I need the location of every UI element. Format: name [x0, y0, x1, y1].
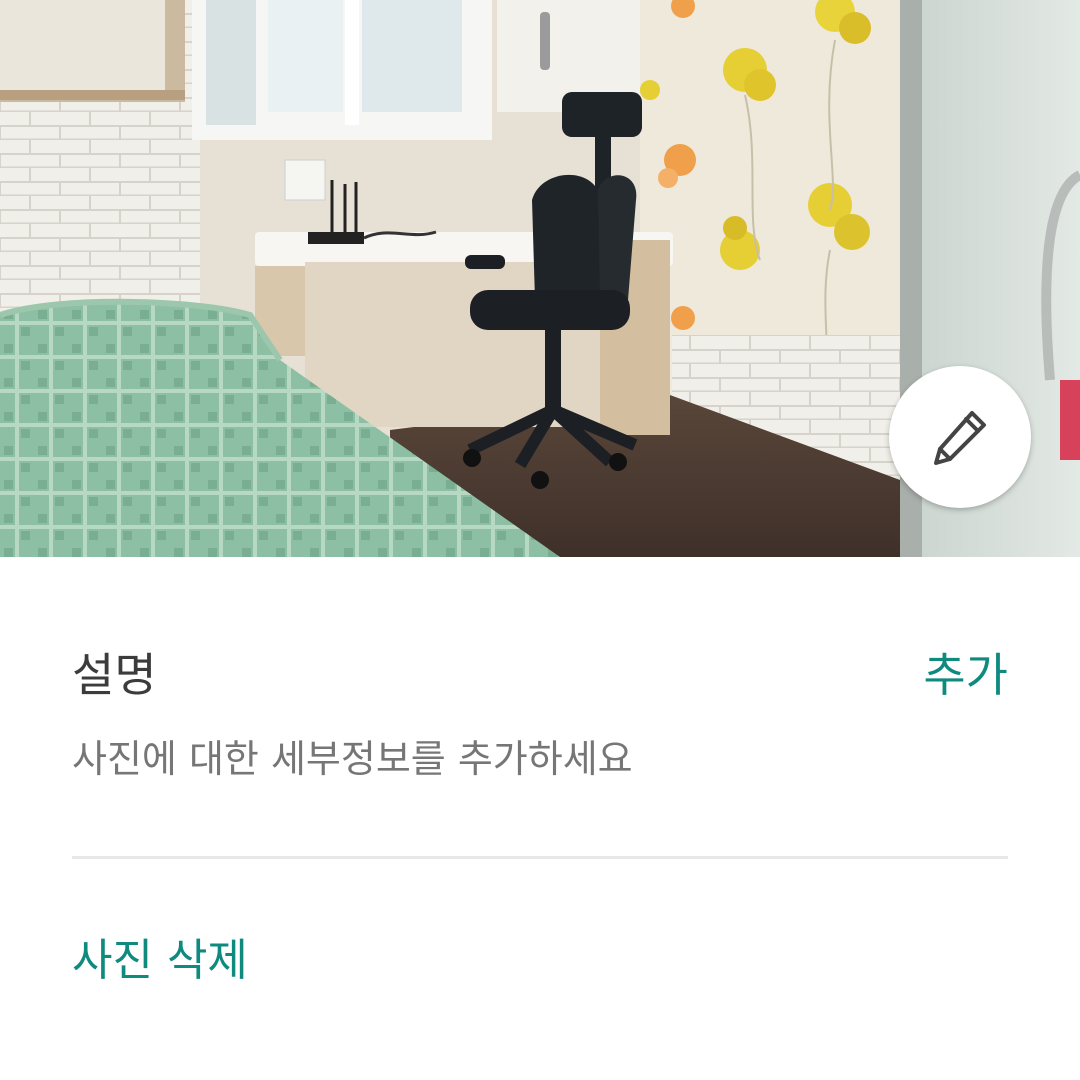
photo-details-panel: 설명 추가 사진에 대한 세부정보를 추가하세요 사진 삭제: [0, 557, 1080, 1080]
description-heading: 설명: [72, 648, 157, 702]
section-divider: [72, 856, 1008, 859]
add-description-button[interactable]: 추가: [923, 647, 1008, 703]
delete-photo-button[interactable]: 사진 삭제: [72, 933, 248, 989]
pencil-icon: [934, 411, 986, 465]
room-photo: [0, 0, 1080, 557]
edit-photo-button[interactable]: [889, 366, 1031, 508]
photo-detail-screen: 설명 추가 사진에 대한 세부정보를 추가하세요 사진 삭제: [0, 0, 1080, 1080]
description-placeholder: 사진에 대한 세부정보를 추가하세요: [72, 737, 633, 781]
